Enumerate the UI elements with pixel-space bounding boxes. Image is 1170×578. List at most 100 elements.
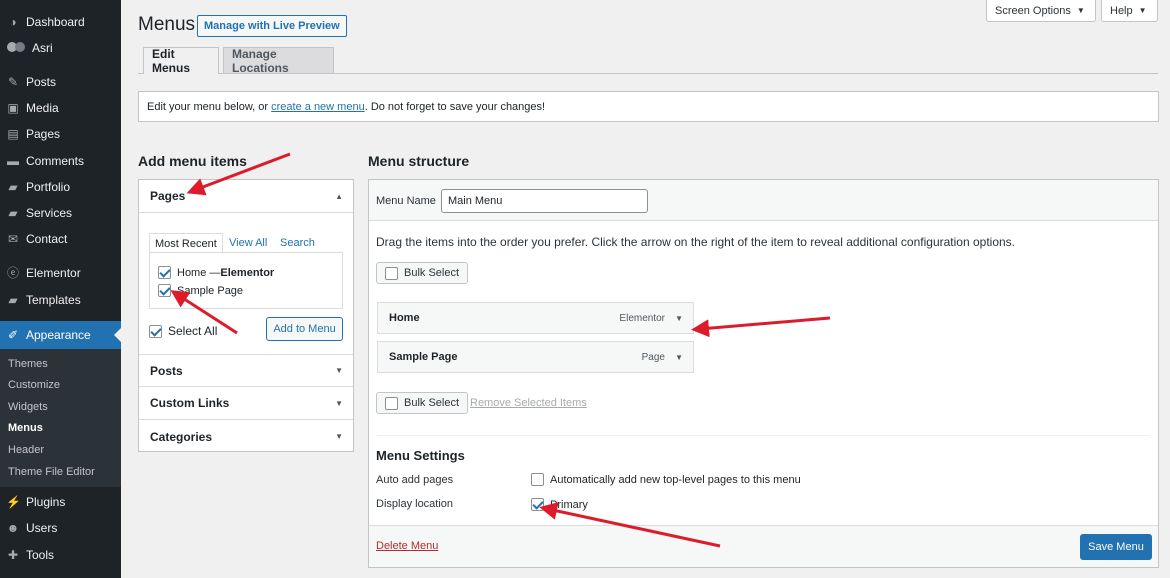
notice-text-after: . Do not forget to save your changes! — [364, 100, 546, 113]
sidebar-item-label: Appearance — [26, 328, 91, 342]
sidebar-item-tools[interactable]: ✚ Tools — [0, 543, 121, 567]
checkbox-select-all[interactable] — [149, 324, 162, 338]
bulk-select-button-top[interactable]: Bulk Select — [376, 262, 469, 284]
bulk-select-label: Bulk Select — [404, 397, 460, 409]
menu-item-sample-page[interactable]: Sample Page Page ▼ — [377, 341, 694, 373]
checkbox-auto-add[interactable] — [531, 473, 544, 486]
users-icon: ☻ — [6, 521, 20, 535]
caret-down-icon[interactable]: ▼ — [675, 314, 683, 323]
tab-edit-menus[interactable]: Edit Menus — [143, 47, 219, 75]
asri-icon — [6, 41, 25, 55]
checkbox-bulk-select[interactable] — [385, 266, 398, 280]
sidebar-item-templates[interactable]: ▰ Templates — [0, 288, 121, 312]
contact-icon: ✉ — [7, 232, 19, 246]
sidebar-item-media[interactable]: ▣ Media — [0, 96, 121, 120]
sidebar-item-dashboard[interactable]: ◑ Dashboard — [0, 10, 121, 34]
delete-menu-link[interactable]: Delete Menu — [376, 540, 438, 552]
instructions-text: Drag the items into the order you prefer… — [376, 235, 1016, 249]
submenu-menus[interactable]: Menus — [8, 422, 43, 434]
menu-footer-bar — [369, 525, 1158, 567]
accordion-custom-links-header[interactable]: Custom Links ▼ — [139, 387, 353, 420]
checkbox-sample-page[interactable] — [158, 284, 171, 297]
page-title: Menus — [138, 14, 196, 35]
menu-name-input[interactable]: Main Menu — [441, 189, 648, 213]
submenu-theme-file-editor[interactable]: Theme File Editor — [8, 466, 95, 478]
auto-add-option[interactable]: Automatically add new top-level pages to… — [531, 473, 801, 486]
page-item-home[interactable]: Home — Elementor — [158, 266, 274, 279]
accordion-pages-label: Pages — [150, 189, 186, 203]
auto-add-label: Auto add pages — [376, 474, 454, 486]
live-preview-button[interactable]: Manage with Live Preview — [197, 15, 347, 37]
sidebar-item-appearance[interactable]: ✐ Appearance — [0, 321, 121, 349]
menu-structure-panel: Menu Name Main Menu Drag the items into … — [368, 179, 1159, 568]
auto-add-text: Automatically add new top-level pages to… — [550, 473, 801, 486]
settings-divider — [377, 435, 1150, 436]
tab-view-all[interactable]: View All — [224, 233, 272, 253]
caret-down-icon: ▼ — [335, 398, 343, 408]
sidebar-item-label: Plugins — [26, 495, 66, 509]
pages-icon: ▤ — [7, 127, 19, 141]
accordion-pages-header[interactable]: Pages ▲ — [139, 180, 353, 213]
page-item-home-label: Home — — [177, 266, 221, 279]
submenu-header[interactable]: Header — [8, 444, 44, 456]
menu-item-type: Elementor — [619, 312, 665, 324]
checkbox-home[interactable] — [158, 266, 171, 279]
caret-down-icon: ▼ — [1076, 6, 1085, 15]
sidebar-item-label: Comments — [26, 154, 85, 168]
checkbox-primary[interactable] — [531, 498, 544, 511]
appearance-icon: ✐ — [7, 328, 19, 342]
tab-search[interactable]: Search — [275, 233, 320, 253]
add-to-menu-button[interactable]: Add to Menu — [266, 317, 343, 341]
menu-item-home[interactable]: Home Elementor ▼ — [377, 302, 694, 334]
plugins-icon: ⚡ — [6, 495, 21, 509]
create-menu-link[interactable]: create a new menu — [271, 101, 365, 113]
menu-item-title: Home — [389, 312, 420, 324]
help-button[interactable]: Help ▼ — [1101, 0, 1158, 22]
select-all-row[interactable]: Select All — [149, 324, 217, 338]
sidebar-item-asri[interactable]: Asri — [0, 36, 121, 60]
services-icon: ▰ — [8, 206, 18, 220]
save-menu-button[interactable]: Save Menu — [1080, 534, 1152, 560]
tab-manage-locations[interactable]: Manage Locations — [223, 47, 334, 75]
accordion-custom-links-label: Custom Links — [150, 396, 230, 410]
display-location-label: Display location — [376, 498, 454, 510]
primary-location-option[interactable]: Primary — [531, 498, 588, 511]
accordion-posts-header[interactable]: Posts ▼ — [139, 354, 353, 387]
accordion-categories-header[interactable]: Categories ▼ — [139, 420, 353, 453]
templates-icon: ▰ — [8, 293, 18, 307]
sidebar-item-elementor[interactable]: ⓔ Elementor — [0, 261, 121, 285]
sidebar-item-portfolio[interactable]: ▰ Portfolio — [0, 175, 121, 199]
submenu-customize[interactable]: Customize — [8, 379, 60, 391]
sidebar-item-label: Posts — [26, 75, 57, 89]
sidebar-item-posts[interactable]: ✎ Posts — [0, 70, 121, 94]
menu-settings-heading: Menu Settings — [376, 448, 465, 463]
caret-up-icon: ▲ — [335, 191, 343, 201]
sidebar-item-services[interactable]: ▰ Services — [0, 201, 121, 225]
sidebar-item-label: Asri — [32, 41, 53, 55]
menu-name-bar: Menu Name Main Menu — [369, 180, 1158, 221]
checkbox-bulk-select[interactable] — [385, 396, 398, 410]
submenu-themes[interactable]: Themes — [8, 358, 48, 370]
bulk-select-button-bottom[interactable]: Bulk Select — [376, 392, 469, 414]
accordion-categories-label: Categories — [150, 429, 213, 444]
sidebar-item-plugins[interactable]: ⚡ Plugins — [0, 490, 121, 514]
menu-name-label: Menu Name — [376, 195, 436, 207]
sidebar-item-label: Templates — [26, 293, 81, 307]
sidebar-item-pages[interactable]: ▤ Pages — [0, 122, 121, 146]
remove-selected-link[interactable]: Remove Selected Items — [470, 397, 587, 409]
pages-checklist: Home — Elementor Sample Page — [149, 252, 343, 309]
tab-most-recent[interactable]: Most Recent — [149, 233, 223, 253]
page-item-sample[interactable]: Sample Page — [158, 284, 243, 297]
caret-down-icon[interactable]: ▼ — [675, 353, 683, 362]
sidebar-item-contact[interactable]: ✉ Contact — [0, 227, 121, 251]
screen-options-button[interactable]: Screen Options ▼ — [986, 0, 1096, 22]
sidebar-item-comments[interactable]: ▬ Comments — [0, 149, 121, 173]
media-icon: ▣ — [7, 101, 19, 115]
submenu-widgets[interactable]: Widgets — [8, 401, 48, 413]
caret-down-icon: ▼ — [335, 366, 343, 375]
sidebar-item-users[interactable]: ☻ Users — [0, 516, 121, 540]
pin-icon: ✎ — [7, 75, 19, 89]
add-menu-items-heading: Add menu items — [138, 153, 247, 169]
screen-options-label: Screen Options — [995, 4, 1071, 17]
select-all-label: Select All — [168, 324, 218, 338]
